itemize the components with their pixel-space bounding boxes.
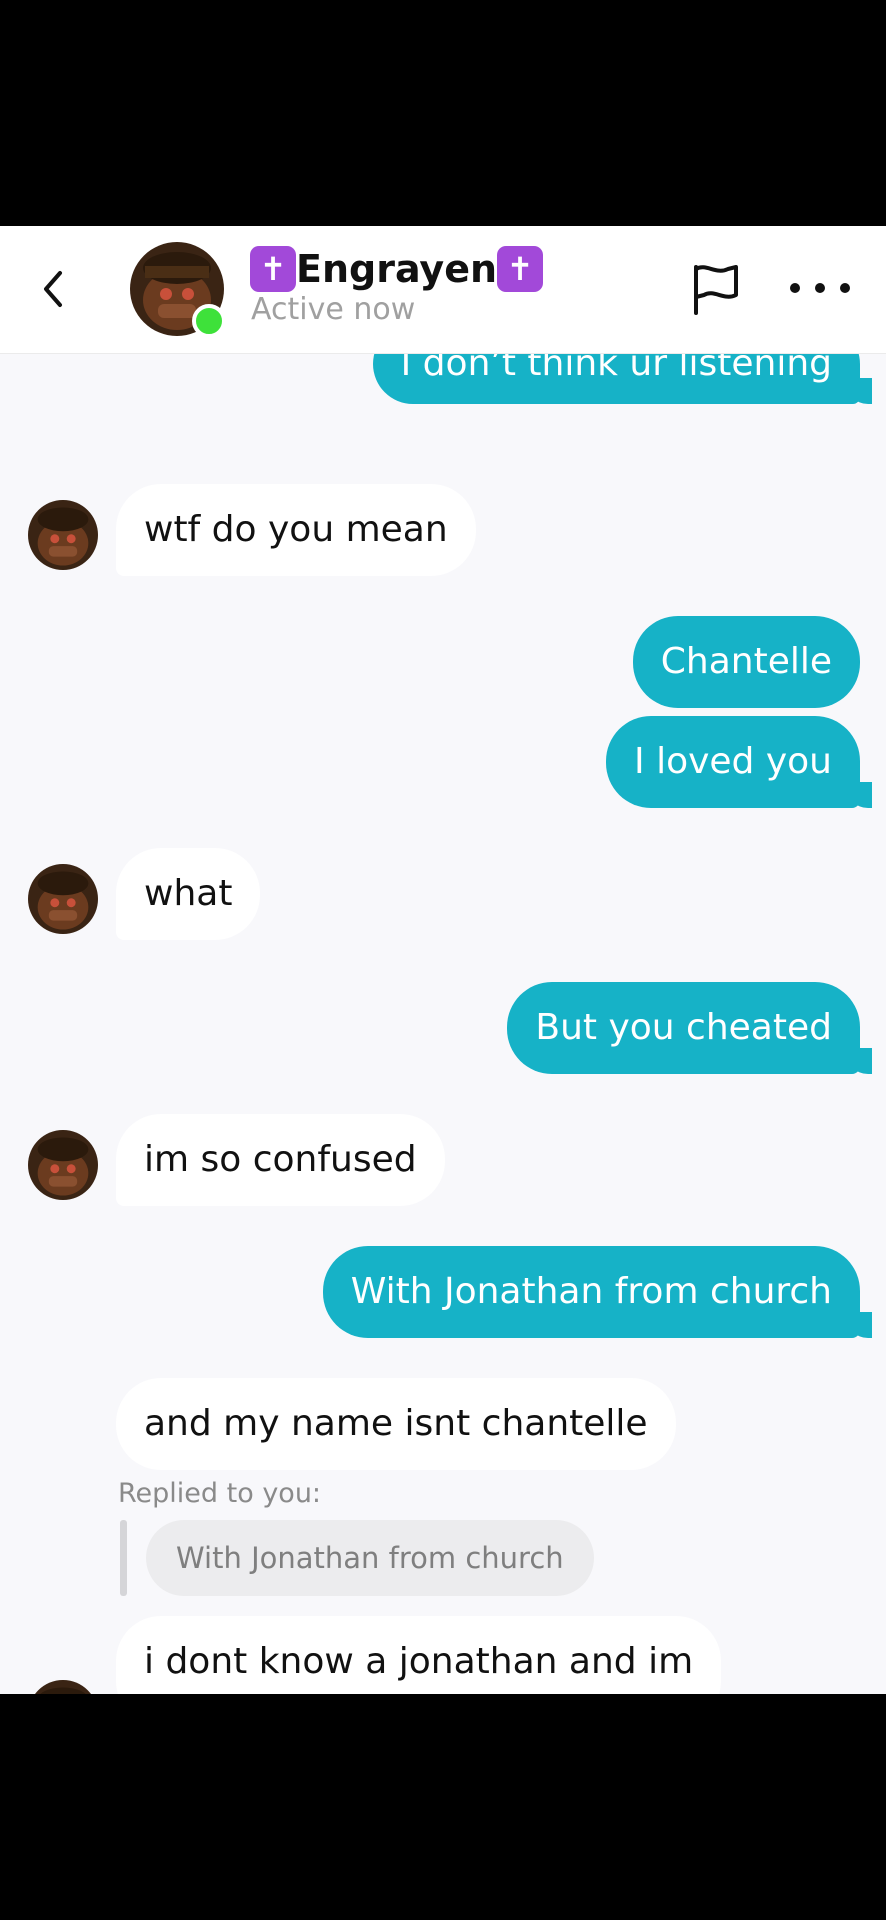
- sender-avatar[interactable]: [28, 1680, 98, 1694]
- chevron-left-icon: [44, 271, 62, 307]
- report-button[interactable]: [688, 261, 744, 317]
- incoming-message[interactable]: im so confused: [116, 1114, 445, 1206]
- back-button[interactable]: [30, 266, 76, 312]
- cross-icon: ✝: [497, 246, 544, 292]
- cross-icon: ✝: [250, 246, 296, 292]
- incoming-message[interactable]: and my name isnt chantelle: [116, 1378, 676, 1470]
- reply-label: Replied to you:: [118, 1478, 322, 1509]
- message-list[interactable]: I don’t think ur listening wtf do you me…: [0, 354, 886, 1694]
- active-status: Active now: [251, 292, 416, 327]
- outgoing-message[interactable]: With Jonathan from church: [322, 1246, 873, 1338]
- online-status-dot: [192, 304, 226, 338]
- flag-icon: [694, 265, 738, 315]
- more-horizontal-icon: [790, 283, 800, 293]
- outgoing-message[interactable]: Chantelle: [632, 616, 860, 708]
- chat-header: ✝ Engrayen ✝ Active now: [0, 226, 886, 354]
- outgoing-message[interactable]: I loved you: [606, 716, 872, 808]
- more-options-button[interactable]: [790, 268, 850, 308]
- sender-avatar[interactable]: [28, 500, 98, 570]
- sender-avatar[interactable]: [28, 864, 98, 934]
- reply-indicator-bar: [120, 1520, 127, 1596]
- contact-name[interactable]: ✝ Engrayen ✝: [250, 246, 544, 292]
- reply-quote[interactable]: With Jonathan from church: [146, 1520, 594, 1596]
- chat-screen: ✝ Engrayen ✝ Active now I don’t think ur…: [0, 226, 886, 1694]
- sender-avatar[interactable]: [28, 1130, 98, 1200]
- outgoing-message[interactable]: I don’t think ur listening: [372, 354, 873, 404]
- contact-name-text: Engrayen: [296, 247, 498, 291]
- incoming-message[interactable]: what: [116, 848, 261, 940]
- incoming-message[interactable]: i dont know a jonathan and im: [116, 1616, 722, 1694]
- incoming-message[interactable]: wtf do you mean: [116, 484, 476, 576]
- outgoing-message[interactable]: But you cheated: [507, 982, 872, 1074]
